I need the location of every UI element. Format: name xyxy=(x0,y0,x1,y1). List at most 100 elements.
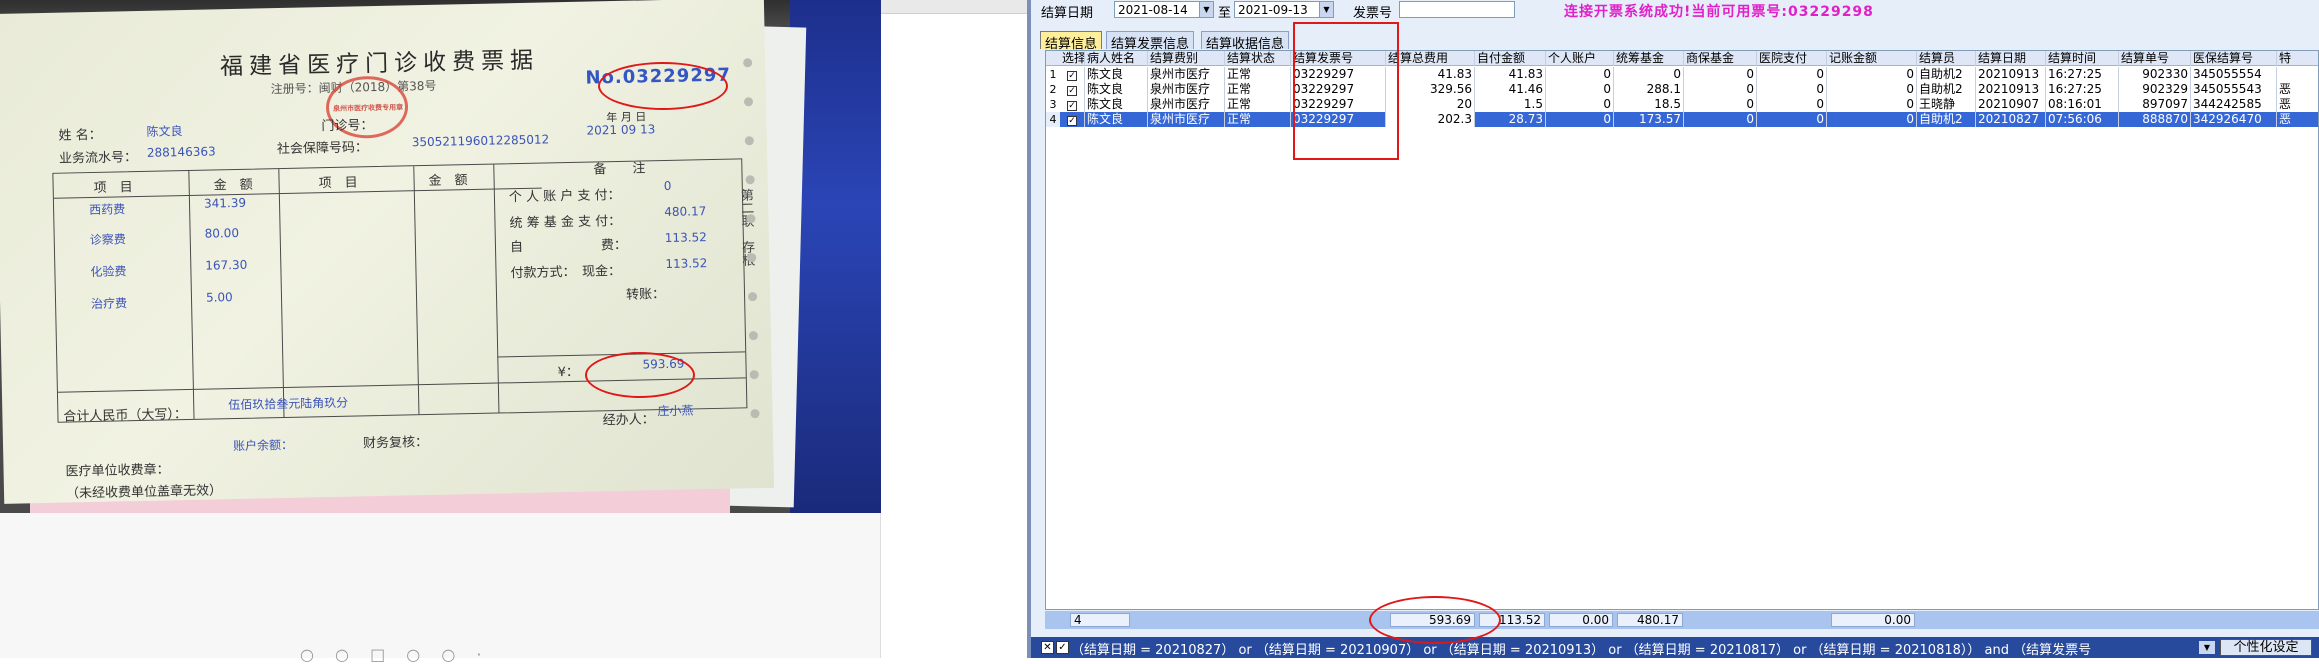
note-pooled-fund: 统 筹 基 金 支 付： xyxy=(509,213,622,232)
table-row[interactable]: 2 ✓ 陈文良 泉州市医疗 正常 03229297 329.56 41.46 0… xyxy=(1046,82,2318,97)
cell-fee-type: 泉州市医疗 xyxy=(1148,97,1225,112)
cell-self-pay: 41.83 xyxy=(1475,67,1546,82)
header-item-1: 项 目 xyxy=(93,180,133,196)
chevron-down-icon[interactable]: ▼ xyxy=(1199,2,1213,17)
date-to-picker[interactable]: 2021-09-13 ▼ xyxy=(1234,1,1334,18)
date-from-picker[interactable]: 2021-08-14 ▼ xyxy=(1114,1,1214,18)
date-from-value: 2021-08-14 xyxy=(1118,3,1188,17)
cell-operator: 自助机2 xyxy=(1917,67,1976,82)
invoice-input[interactable] xyxy=(1399,1,1515,18)
item-name: 西药费 xyxy=(88,202,126,218)
cell-hospital-pay: 0 xyxy=(1757,67,1827,82)
table-row[interactable]: 3 ✓ 陈文良 泉州市医疗 正常 03229297 20 1.5 0 18.5 … xyxy=(1046,97,2318,112)
column-header[interactable]: 个人账户 xyxy=(1546,51,1614,66)
column-header[interactable]: 医院支付 xyxy=(1757,51,1827,66)
tab-settlement-invoice[interactable]: 结算发票信息 xyxy=(1106,31,1195,52)
note-pooled-fund-value: 480.17 xyxy=(664,204,707,220)
cell-time: 07:56:06 xyxy=(2046,112,2119,127)
item-name: 诊察费 xyxy=(89,232,126,248)
header-notes: 备 注 xyxy=(593,161,646,178)
column-header[interactable]: 统筹基金 xyxy=(1614,51,1684,66)
column-header[interactable]: 选择 xyxy=(1060,51,1085,66)
cell-bill-amount: 0 xyxy=(1827,112,1917,127)
balance-label: 账户余额： xyxy=(232,437,294,454)
clinic-no-label: 门诊号： xyxy=(321,118,374,135)
settlement-grid[interactable]: 选择 病人姓名 结算费别 结算状态 结算发票号 结算总费用 自付金额 个人账户 … xyxy=(1045,50,2319,610)
filter-bar: 结算日期 2021-08-14 ▼ 至 2021-09-13 ▼ 发票号 连接开… xyxy=(1031,0,2319,21)
total-symbol: ¥： xyxy=(557,364,580,381)
close-icon[interactable]: ✕ xyxy=(1041,641,1054,654)
annotation-ellipse-total xyxy=(585,352,695,398)
cell-commercial-fund: 0 xyxy=(1684,82,1757,97)
receipt-photo: 福建省医疗门诊收费票据 注册号：闽财（2018）第38号 No.03229297… xyxy=(0,0,881,513)
cell-bill-amount: 0 xyxy=(1827,82,1917,97)
chevron-down-icon[interactable]: ▼ xyxy=(1319,2,1333,17)
checkbox[interactable]: ✓ xyxy=(1067,86,1077,96)
date-units: 年 月 日 xyxy=(606,110,647,125)
query-expression[interactable]: （结算日期 = 20210827） or （结算日期 = 20210907） o… xyxy=(1071,639,2131,658)
cell-total-fee: 41.83 xyxy=(1386,67,1475,82)
faint-icons: ○ ○ □ ○ ○ · xyxy=(300,645,490,664)
column-header[interactable]: 结算日期 xyxy=(1976,51,2046,66)
column-header[interactable]: 结算时间 xyxy=(2046,51,2119,66)
cell-fee-type: 泉州市医疗 xyxy=(1148,112,1225,127)
cell-self-pay: 41.46 xyxy=(1475,82,1546,97)
cell-status: 正常 xyxy=(1225,82,1291,97)
cell-order-no: 888870 xyxy=(2119,112,2191,127)
column-header[interactable]: 结算单号 xyxy=(2119,51,2191,66)
column-header[interactable]: 自付金额 xyxy=(1475,51,1546,66)
cell-total-fee[interactable]: 202.3 xyxy=(1386,112,1475,127)
cell-pooled-fund: 18.5 xyxy=(1614,97,1684,112)
column-header[interactable]: 结算状态 xyxy=(1225,51,1291,66)
serial-value: 288146363 xyxy=(146,144,216,160)
grid-header: 选择 病人姓名 结算费别 结算状态 结算发票号 结算总费用 自付金额 个人账户 … xyxy=(1046,51,2318,66)
column-header[interactable]: 医保结算号 xyxy=(2191,51,2277,66)
chevron-down-icon[interactable]: ▼ xyxy=(2199,641,2215,654)
row-checkbox[interactable]: ✓ xyxy=(1060,82,1085,97)
column-header[interactable]: 结算费别 xyxy=(1148,51,1225,66)
column-header[interactable]: 结算员 xyxy=(1917,51,1976,66)
cell-personal-account: 0 xyxy=(1546,82,1614,97)
checkbox[interactable]: ✓ xyxy=(1067,116,1077,126)
date-to-value: 2021-09-13 xyxy=(1238,3,1308,17)
cell-total-fee: 329.56 xyxy=(1386,82,1475,97)
cell-patient-name: 陈文良 xyxy=(1085,67,1148,82)
cell-time: 16:27:25 xyxy=(2046,67,2119,82)
note-transfer: 转账： xyxy=(625,287,666,303)
note-personal-account-value: 0 xyxy=(663,178,672,194)
cell-insurance-no: 342926470 xyxy=(2191,112,2277,127)
filter-enable-checkbox[interactable]: ✓ xyxy=(1056,641,1069,654)
table-row-selected[interactable]: 4 ✓ 陈文良 泉州市医疗 正常 03229297 202.3 28.73 0 … xyxy=(1046,112,2318,127)
header-item-2: 项 目 xyxy=(318,175,358,192)
checkbox[interactable]: ✓ xyxy=(1067,101,1077,111)
cell-insurance-no: 345055554 xyxy=(2191,67,2277,82)
row-checkbox[interactable]: ✓ xyxy=(1060,112,1085,127)
cell-personal-account: 0 xyxy=(1546,67,1614,82)
column-header[interactable]: 商保基金 xyxy=(1684,51,1757,66)
grid-empty-area[interactable] xyxy=(1046,127,2318,609)
row-number: 2 xyxy=(1049,83,1057,96)
tab-settlement-receipt[interactable]: 结算收据信息 xyxy=(1201,31,1290,52)
footer-stamp-note: 医疗单位收费章： xyxy=(65,462,170,480)
row-checkbox[interactable]: ✓ xyxy=(1060,67,1085,82)
total-pooled-fund: 480.17 xyxy=(1617,613,1683,627)
personalize-button[interactable]: 个性化设定 xyxy=(2220,639,2312,656)
handler-label: 经办人： xyxy=(602,412,655,429)
row-checkbox[interactable]: ✓ xyxy=(1060,97,1085,112)
perforation-holes xyxy=(743,58,762,478)
table-row[interactable]: 1 ✓ 陈文良 泉州市医疗 正常 03229297 41.83 41.83 0 … xyxy=(1046,67,2318,82)
cell-commercial-fund: 0 xyxy=(1684,112,1757,127)
checkbox[interactable]: ✓ xyxy=(1067,71,1077,81)
name-label: 姓 名： xyxy=(58,127,102,144)
cell-pooled-fund: 173.57 xyxy=(1614,112,1684,127)
item-amount: 341.39 xyxy=(203,195,247,211)
total-personal-account: 0.00 xyxy=(1549,613,1613,627)
column-header[interactable]: 结算总费用 xyxy=(1386,51,1475,66)
column-header[interactable]: 病人姓名 xyxy=(1085,51,1148,66)
cell-extra xyxy=(2277,67,2318,82)
column-header[interactable]: 特 xyxy=(2277,51,2318,66)
column-header[interactable]: 记账金额 xyxy=(1827,51,1917,66)
cell-status: 正常 xyxy=(1225,112,1291,127)
tab-settlement-info[interactable]: 结算信息 xyxy=(1040,31,1103,52)
settlement-app-window: 结算日期 2021-08-14 ▼ 至 2021-09-13 ▼ 发票号 连接开… xyxy=(1031,0,2319,658)
